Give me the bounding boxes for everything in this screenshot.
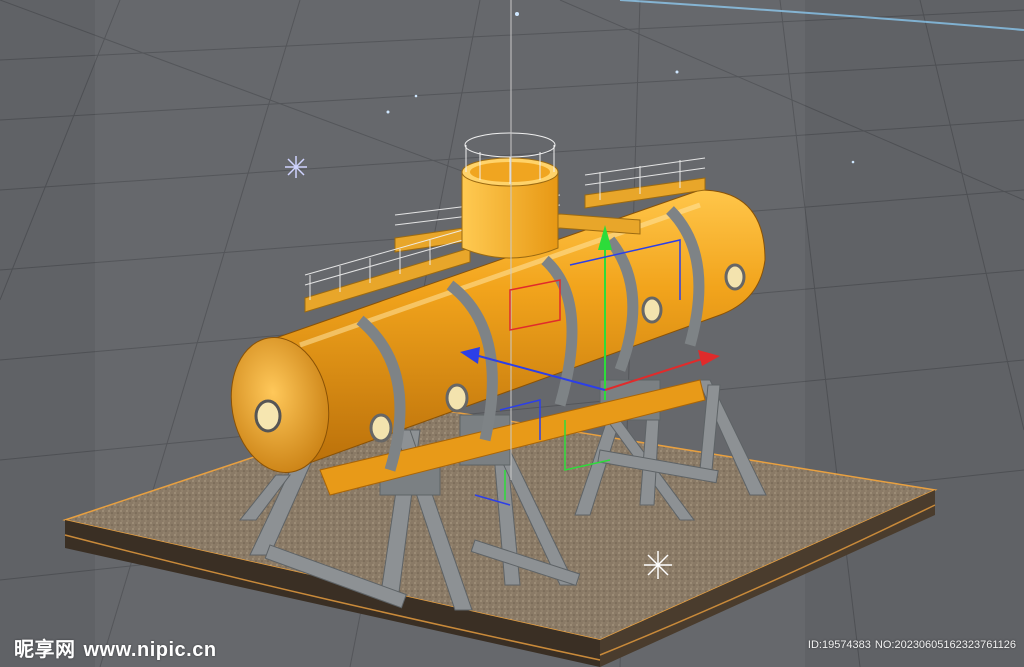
porthole [641,296,663,324]
porthole [369,413,393,443]
3d-viewport[interactable]: 昵享网 www.nipic.cn ID:19574383 NO:2023060516… [0,0,1024,667]
site-watermark: 昵享网 www.nipic.cn [14,633,217,662]
light-icon[interactable] [644,551,672,579]
image-number: NO:20230605162323761126 [874,639,1016,651]
site-logo: 昵享网 [14,639,76,661]
porthole [724,263,746,291]
site-url: www.nipic.cn [83,639,217,661]
light-icon[interactable] [285,156,307,178]
porthole-end [254,399,282,433]
viewport-canvas[interactable] [0,0,1024,667]
image-id-watermark: ID:19574383 NO:20230605162323761126 [808,639,1016,651]
image-id: ID:19574383 [807,639,871,651]
porthole [445,383,469,413]
